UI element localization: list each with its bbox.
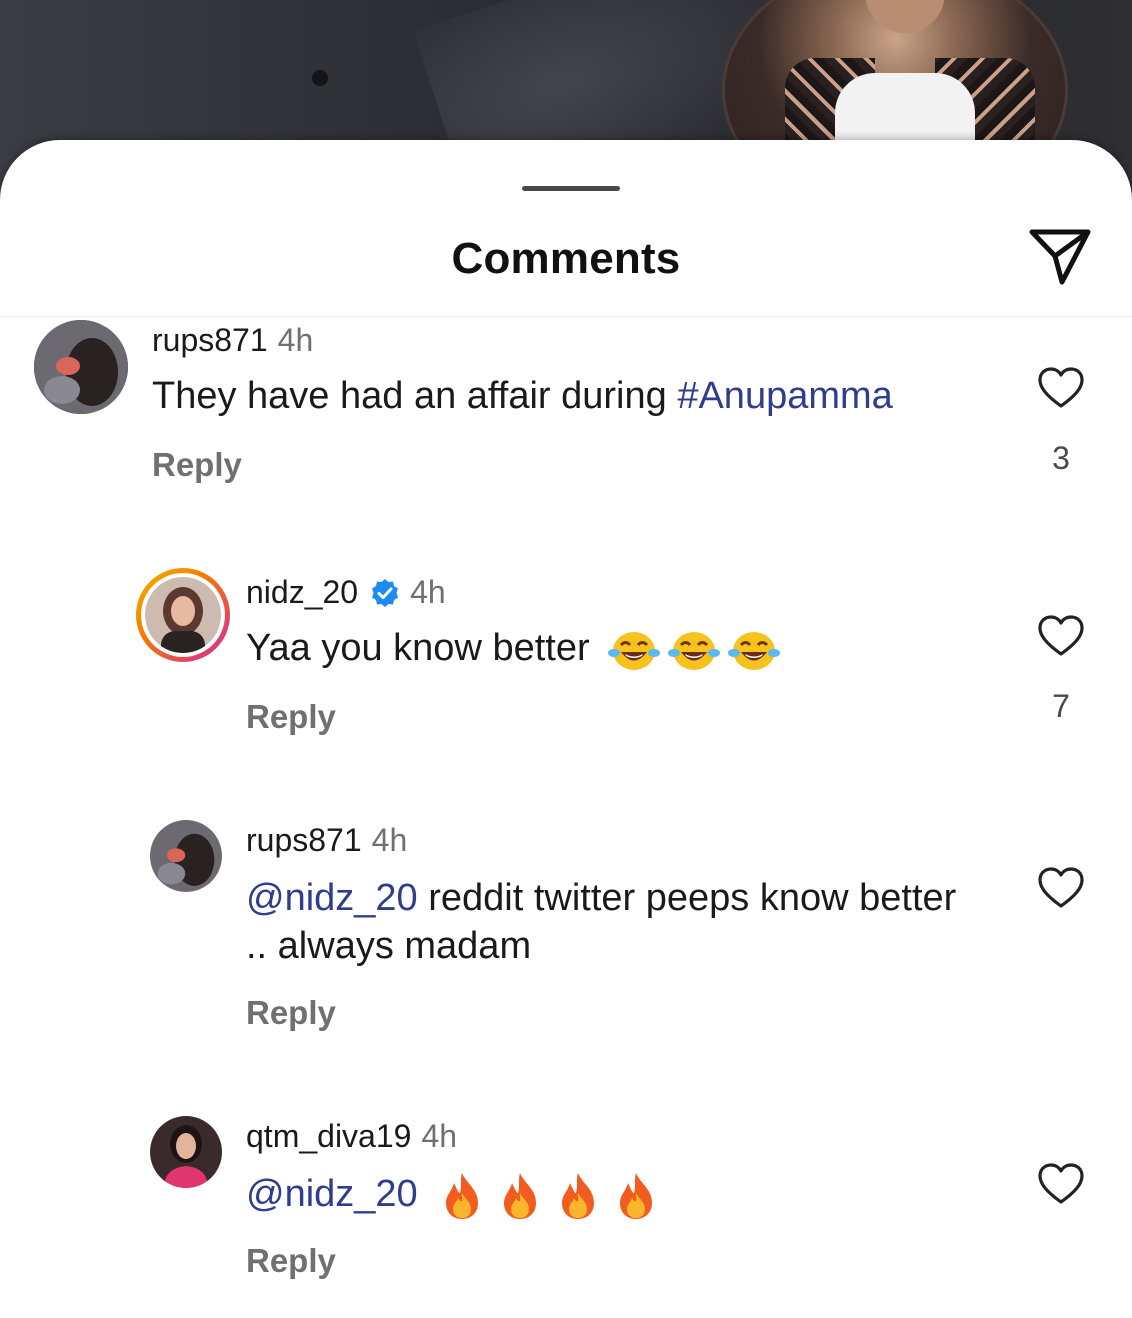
- shirt-button: [312, 70, 328, 86]
- heart-outline-icon[interactable]: [1037, 866, 1085, 910]
- comment-header: nidz_20 4h: [246, 574, 446, 611]
- reply-button[interactable]: Reply: [246, 994, 336, 1032]
- laughing-emoji-icon: [608, 631, 661, 670]
- reply-button[interactable]: Reply: [152, 446, 242, 484]
- avatar-photo: [150, 1116, 222, 1188]
- like-count: 3: [1052, 440, 1070, 476]
- timestamp: 4h: [421, 1118, 458, 1154]
- paper-plane-icon[interactable]: [1028, 226, 1092, 286]
- comment-text: @nidz_20: [246, 1170, 658, 1221]
- comment-body: Yaa you know better: [246, 627, 590, 669]
- avatar[interactable]: [150, 1116, 222, 1188]
- comment-text: @nidz_20 reddit twitter peeps know bette…: [246, 874, 966, 970]
- laughing-emoji-icon: [728, 631, 781, 670]
- sheet-title: Comments: [451, 234, 681, 283]
- comment-body: They have had an affair during: [152, 375, 678, 417]
- fire-emoji-icon: [562, 1172, 595, 1219]
- sheet-drag-handle[interactable]: [522, 186, 620, 191]
- hashtag-link[interactable]: #Anupamma: [677, 375, 892, 417]
- avatar-photo: [145, 577, 221, 653]
- emoji-group: [440, 1171, 658, 1221]
- comment-header: qtm_diva19 4h: [246, 1118, 457, 1155]
- heart-outline-icon[interactable]: [1037, 366, 1085, 410]
- face: [865, 0, 945, 33]
- fire-emoji-icon: [620, 1172, 653, 1219]
- header-divider: [0, 316, 1132, 317]
- comment-header: rups871 4h: [152, 322, 313, 359]
- avatar-photo: [150, 820, 222, 892]
- username[interactable]: rups871: [152, 322, 268, 359]
- laughing-emoji-icon: [668, 631, 721, 670]
- username[interactable]: nidz_20: [246, 574, 358, 611]
- heart-outline-icon[interactable]: [1037, 1162, 1085, 1206]
- timestamp: 4h: [277, 322, 314, 358]
- reply-button[interactable]: Reply: [246, 1242, 336, 1280]
- avatar: [141, 573, 225, 657]
- heart-outline-icon[interactable]: [1037, 614, 1085, 658]
- avatar[interactable]: [34, 320, 128, 414]
- avatar-photo: [34, 320, 128, 414]
- avatar-story-ring[interactable]: [136, 568, 230, 662]
- fire-emoji-icon: [446, 1172, 479, 1219]
- fire-emoji-icon: [504, 1172, 537, 1219]
- avatar[interactable]: [150, 820, 222, 892]
- emoji-group: [608, 627, 781, 673]
- comment-text: They have had an affair during #Anupamma: [152, 372, 893, 420]
- like-count: 7: [1052, 688, 1070, 724]
- comment-text: Yaa you know better: [246, 624, 781, 673]
- reply-button[interactable]: Reply: [246, 698, 336, 736]
- mention-link[interactable]: @nidz_20: [246, 1173, 418, 1215]
- timestamp: 4h: [371, 822, 408, 858]
- username[interactable]: rups871: [246, 822, 362, 859]
- mention-link[interactable]: @nidz_20: [246, 877, 418, 919]
- username[interactable]: qtm_diva19: [246, 1118, 411, 1155]
- verified-badge-icon: [372, 578, 399, 607]
- comment-header: rups871 4h: [246, 822, 407, 859]
- timestamp: 4h: [410, 574, 446, 610]
